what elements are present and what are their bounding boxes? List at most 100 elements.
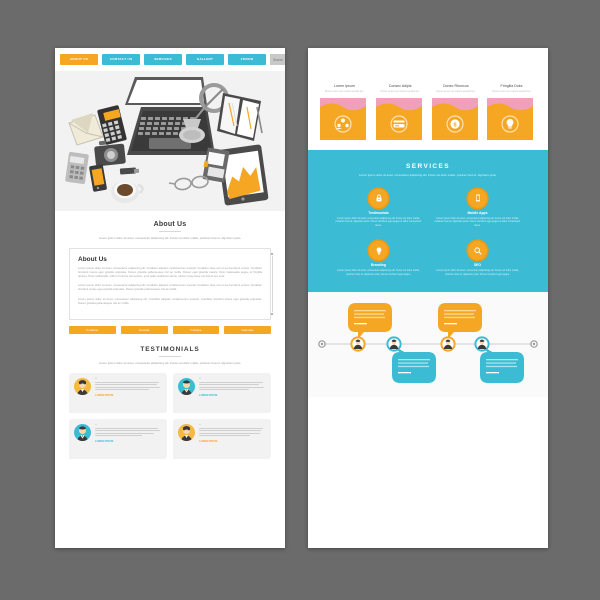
coffee-cup-icon: [111, 181, 144, 203]
testimonials-lede: Lorem ipsum dolor sit amet, consectetur …: [98, 361, 242, 366]
service-icon-badge: [369, 188, 388, 208]
lock-icon: [376, 194, 381, 202]
nav-item-forum[interactable]: FORUM: [228, 54, 266, 65]
mobile-phone-icon: [475, 194, 480, 202]
quote-icon: ❝: [199, 422, 201, 427]
feature-card[interactable]: $: [431, 98, 481, 141]
scroll-up-dot[interactable]: [271, 252, 273, 255]
feature-column[interactable]: Donec Rhoncus Donec et leo nec mauris su…: [431, 84, 481, 141]
feature-column[interactable]: Lorem Ipsum Donec et leo nec mauris susc…: [320, 84, 369, 141]
services-grid: Testimonials Lorem ipsum dolor sit amet,…: [308, 178, 548, 277]
service-name: Branding: [371, 263, 386, 268]
nav-item-contact-us[interactable]: CONTACT US: [102, 54, 140, 65]
search-input[interactable]: [270, 54, 285, 65]
feature-card[interactable]: [320, 98, 369, 141]
service-description: Lorem ipsum dolor sit amet, consectetur …: [335, 216, 422, 227]
about-action-button[interactable]: Gravida: [120, 326, 168, 335]
nav-label: ABOUT US: [69, 57, 89, 61]
right-page: Lorem Ipsum Donec et leo nec mauris susc…: [308, 48, 548, 548]
mockup-stage: ABOUT US CONTACT US SERVICES GALLERY FOR…: [0, 0, 600, 600]
testimonial-body: ❝ LOREM IPSUM: [199, 422, 266, 454]
button-label: Gravida: [138, 328, 150, 332]
testimonial-body: ❝ LOREM IPSUM: [199, 377, 266, 408]
search-area: [270, 54, 285, 65]
about-card-title: About Us: [78, 255, 107, 263]
about-lede: Lorem ipsum dolor sit amet, consectetur …: [98, 236, 242, 240]
testimonial-author: LOREM IPSUM: [199, 439, 218, 443]
testimonial-author: LOREM IPSUM: [95, 393, 114, 397]
divider: [159, 231, 181, 232]
service-description: Lorem ipsum dolor sit amet, consectetur …: [434, 216, 521, 227]
service-item[interactable]: Testimonials Lorem ipsum dolor sit amet,…: [334, 188, 423, 228]
scrollbar-track: [271, 255, 273, 313]
features-grid: Lorem Ipsum Donec et leo nec mauris susc…: [308, 48, 548, 141]
feature-card[interactable]: [375, 98, 425, 141]
testimonial-card[interactable]: ❝ LOREM IPSUM: [173, 372, 271, 413]
usb-drive-icon: [119, 167, 140, 175]
testimonial-card[interactable]: ❝ LOREM IPSUM: [173, 418, 271, 459]
calculator-icon: [65, 152, 89, 184]
scrollbar[interactable]: [271, 252, 273, 316]
nav-label: SERVICES: [154, 57, 172, 61]
service-icon-badge: [468, 188, 487, 208]
feature-column[interactable]: Fringilla Dolor Donec et leo nec mauris …: [487, 84, 536, 141]
timeline-node-2: [386, 336, 402, 352]
testimonial-body: ❝ LOREM IPSUM: [95, 422, 162, 454]
scroll-down-dot[interactable]: [271, 313, 273, 316]
feature-subtitle: Donec et leo nec mauris suscipit leo.: [380, 90, 420, 93]
about-button-row: Curabitur Gravida Tristique Vulputate: [69, 326, 271, 335]
service-name: SEO: [473, 263, 482, 268]
smartphone-icon: [89, 164, 107, 192]
about-paragraph: Lorem ipsum dolor sit amet, consectetur …: [78, 266, 262, 278]
timeline-bubble-bottom-4: [480, 346, 524, 384]
service-description: Lorem ipsum dolor sit amet, consectetur …: [337, 269, 420, 276]
timeline-node-4: [474, 336, 490, 352]
testimonial-text: [95, 381, 162, 392]
hero-illustration: [55, 71, 285, 211]
lightbulb-icon: [376, 247, 381, 255]
testimonial-text: [199, 381, 266, 392]
feature-subtitle: Donec et leo nec mauris suscipit leo.: [492, 90, 532, 93]
camera-icon: [94, 140, 126, 167]
quote-icon: ❝: [95, 376, 97, 381]
timeline-node-3: [440, 336, 456, 352]
nav-label: GALLERY: [196, 57, 214, 61]
service-item[interactable]: SEO Lorem ipsum dolor sit amet, consecte…: [433, 241, 522, 276]
testimonial-body: ❝ LOREM IPSUM: [95, 376, 162, 408]
laptop-icon: [125, 77, 215, 155]
services-section: SERVICES Lorem ipsum dolor sit amet, con…: [308, 150, 548, 293]
timeline-bubble-top-1: [348, 303, 392, 340]
avatar: [178, 377, 195, 395]
about-section: About Us Lorem ipsum dolor sit amet, con…: [55, 211, 285, 335]
nav-label: FORUM: [240, 57, 254, 61]
about-action-button[interactable]: Vulputate: [224, 326, 271, 335]
feature-title: Consec Adipis: [388, 84, 412, 88]
svg-text:$: $: [453, 123, 456, 129]
service-item[interactable]: Mobile Apps Lorem ipsum dolor sit amet, …: [433, 188, 522, 228]
services-lede: Lorem ipsum dolor sit amet, consectetur …: [359, 173, 497, 178]
quote-icon: ❝: [95, 422, 97, 427]
about-paragraph: Lorem ipsum dolor sit amet, consectetur …: [78, 284, 262, 292]
about-action-button[interactable]: Curabitur: [69, 326, 116, 335]
testimonial-card[interactable]: ❝ LOREM IPSUM: [69, 418, 167, 459]
nav-item-services[interactable]: SERVICES: [144, 54, 182, 65]
nav-label: CONTACT US: [109, 57, 133, 61]
nav-item-gallery[interactable]: GALLERY: [186, 54, 224, 65]
feature-column[interactable]: Consec Adipis Donec et leo nec mauris su…: [375, 84, 425, 141]
calculator-phone-icon: [97, 105, 127, 145]
about-action-button[interactable]: Tristique: [172, 326, 220, 335]
service-name: Testimonials: [368, 210, 389, 215]
notebook-icon: [217, 93, 263, 141]
timeline-node-1: [350, 336, 366, 352]
button-label: Tristique: [190, 328, 202, 332]
avatar: [74, 423, 91, 441]
navigation-bar: ABOUT US CONTACT US SERVICES GALLERY FOR…: [55, 48, 285, 71]
left-page: ABOUT US CONTACT US SERVICES GALLERY FOR…: [55, 48, 285, 548]
nav-item-about-us[interactable]: ABOUT US: [60, 54, 98, 65]
testimonial-card[interactable]: ❝ LOREM IPSUM: [69, 372, 167, 413]
envelope-icon: [68, 113, 104, 146]
feature-title: Fringilla Dolor: [500, 84, 523, 88]
service-item[interactable]: Branding Lorem ipsum dolor sit amet, con…: [334, 241, 423, 276]
feature-card[interactable]: [487, 98, 536, 141]
button-label: Vulputate: [241, 328, 254, 332]
